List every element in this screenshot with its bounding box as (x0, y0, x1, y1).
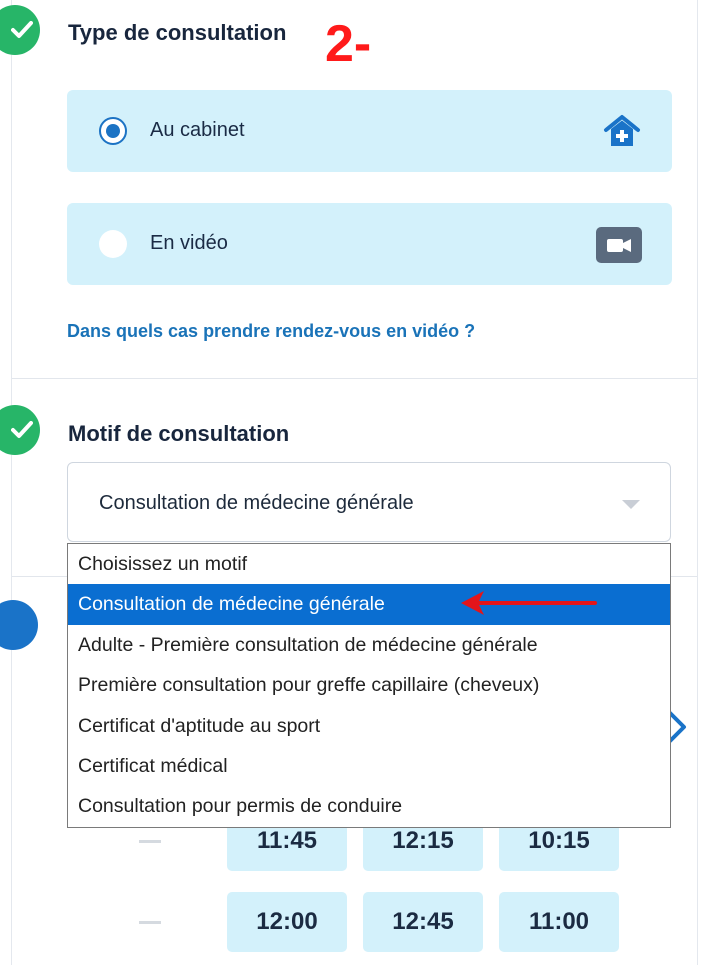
step-current-badge (0, 600, 38, 650)
house-plus-icon (602, 113, 642, 154)
video-info-link[interactable]: Dans quels cas prendre rendez-vous en vi… (67, 321, 475, 342)
no-slot-dash (139, 840, 161, 843)
time-slot[interactable]: 12:45 (363, 892, 483, 952)
option-label: En vidéo (150, 232, 228, 254)
right-border (697, 0, 698, 965)
chevron-down-icon (622, 500, 640, 509)
option-en-video[interactable]: En vidéo (67, 203, 672, 285)
dropdown-option[interactable]: Adulte - Première consultation de médeci… (68, 625, 670, 665)
annotation-step-number: 2- (325, 15, 372, 73)
booking-form: Type de consultation 2- Au cabinet En vi… (0, 0, 712, 965)
dropdown-option[interactable]: Certificat médical (68, 746, 670, 786)
no-slot-dash (139, 921, 161, 924)
dropdown-option[interactable]: Première consultation pour greffe capill… (68, 665, 670, 705)
consultation-type-title: Type de consultation (68, 20, 287, 45)
time-slot[interactable]: 12:00 (227, 892, 347, 952)
motif-select-value: Consultation de médecine générale (99, 492, 414, 514)
motif-select[interactable]: Consultation de médecine générale (67, 462, 671, 542)
video-camera-icon (596, 227, 642, 268)
radio-au-cabinet[interactable] (99, 117, 127, 145)
dropdown-option[interactable]: Consultation pour permis de conduire (68, 786, 670, 826)
time-slot[interactable]: 11:00 (499, 892, 619, 952)
radio-en-video[interactable] (99, 230, 127, 258)
option-label: Au cabinet (150, 119, 245, 141)
step-complete-check-icon (0, 5, 40, 55)
dropdown-option[interactable]: Certificat d'aptitude au sport (68, 706, 670, 746)
left-border (11, 0, 12, 965)
step-complete-check-icon (0, 405, 40, 455)
annotation-arrow-icon (458, 583, 598, 628)
motif-title: Motif de consultation (68, 421, 290, 446)
section-divider (12, 378, 697, 379)
option-au-cabinet[interactable]: Au cabinet (67, 90, 672, 172)
dropdown-option[interactable]: Choisissez un motif (68, 544, 670, 584)
